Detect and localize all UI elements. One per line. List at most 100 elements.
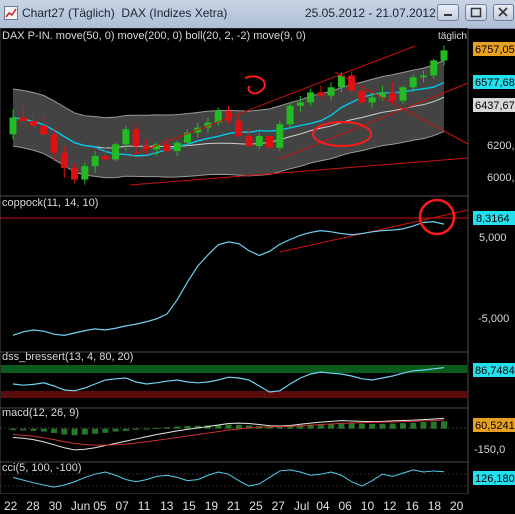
candle-body <box>40 125 48 135</box>
macd-histogram-bar <box>153 427 160 429</box>
x-axis-label: 04 <box>316 499 330 513</box>
y-tick-6200: 6200,0 <box>487 140 515 152</box>
x-axis-label: 22 <box>4 499 18 513</box>
candle-body <box>255 135 263 147</box>
macd-histogram-bar <box>163 427 170 429</box>
dss-value-label-text: 86,7484 <box>475 365 515 377</box>
candle-body <box>358 90 366 103</box>
candle-body <box>307 92 315 103</box>
minimize-icon <box>444 14 452 16</box>
macd-histogram-bar <box>61 428 68 435</box>
x-axis-label: 15 <box>182 499 196 513</box>
candle-body <box>245 135 253 147</box>
macd-tick-minus-150: -150,0 <box>474 444 505 456</box>
cci-value-label-text: 126,180 <box>475 473 515 485</box>
candle-body <box>368 97 376 103</box>
x-axis-label: 05 <box>93 499 107 513</box>
candle-body <box>101 156 109 160</box>
candle-body <box>71 167 79 180</box>
macd-histogram-bar <box>184 426 191 429</box>
dss-overbought-zone <box>1 365 467 373</box>
price-label-mid-band-text: 6437,67 <box>475 100 515 112</box>
price-label-last: 6757,05 <box>473 42 515 56</box>
candle-body <box>225 110 232 121</box>
chart-app-icon <box>4 6 18 20</box>
macd-histogram-bar <box>51 428 58 434</box>
candle-body <box>266 135 274 148</box>
coppock-value-label: 8,3164 <box>473 211 515 225</box>
cci-panel-title: cci(5, 100, -100) <box>2 462 81 474</box>
x-axis-label: Jun <box>71 499 90 513</box>
coppock-panel[interactable] <box>0 195 469 353</box>
price-label-mid-band: 6437,67 <box>473 98 515 112</box>
candle-body <box>19 117 27 121</box>
candle-body <box>286 105 294 125</box>
macd-histogram-bar <box>348 423 355 429</box>
macd-histogram-bar <box>235 424 242 429</box>
candle-body <box>81 166 89 180</box>
candle-body <box>276 124 284 148</box>
close-icon <box>498 7 508 17</box>
candle-body <box>419 75 427 78</box>
candle-body <box>132 129 140 147</box>
candle-body <box>440 50 448 61</box>
candle-body <box>50 134 58 153</box>
x-axis-label: 13 <box>160 499 174 513</box>
price-panel-title: DAX P-IN. move(50, 0) move(200, 0) boll(… <box>2 30 306 42</box>
macd-histogram-bar <box>81 428 88 435</box>
candle-body <box>163 144 171 152</box>
candle-body <box>235 120 243 136</box>
macd-histogram-bar <box>122 428 129 431</box>
y-tick-6000: 6000,0 <box>487 172 515 184</box>
candle-body <box>327 87 335 96</box>
macd-histogram-bar <box>430 421 437 429</box>
macd-histogram-bar <box>143 428 150 430</box>
candle-body <box>122 129 130 145</box>
x-axis-label: 30 <box>49 499 63 513</box>
candle-body <box>9 117 17 135</box>
timeframe-label: täglich <box>438 31 467 42</box>
coppock-panel-title: coppock(11, 14, 10) <box>2 197 98 209</box>
x-axis-label: Jul <box>294 499 309 513</box>
macd-histogram-bar <box>133 428 140 430</box>
macd-histogram-bar <box>71 428 78 436</box>
macd-histogram-bar <box>30 428 37 431</box>
macd-histogram-bar <box>92 428 99 434</box>
dss-oversold-zone <box>1 391 467 398</box>
x-axis-labels: 22 28 30 Jun 05 07 11 13 15 19 21 25 27 Jul 04 06 10 12 16… <box>4 499 464 513</box>
dss-panel-title: dss_bressert(13, 4, 80, 20) <box>2 351 133 363</box>
macd-histogram-bar <box>225 424 232 429</box>
macd-histogram-bar <box>399 423 406 429</box>
close-button[interactable] <box>493 4 514 21</box>
macd-value-label-text: 60,5241 <box>475 420 515 432</box>
x-axis-label: 18 <box>428 499 442 513</box>
minimize-button[interactable] <box>437 4 459 21</box>
candle-body <box>173 142 181 152</box>
x-axis-label: 19 <box>205 499 219 513</box>
macd-histogram-bar <box>369 423 376 429</box>
macd-histogram-bar <box>20 428 27 431</box>
macd-histogram-bar <box>358 423 365 429</box>
cci-value-label: 126,180 <box>473 471 515 485</box>
x-axis-label: 21 <box>227 499 241 513</box>
candle-body <box>430 60 438 76</box>
macd-histogram-bar <box>10 428 16 431</box>
candle-body <box>296 102 304 106</box>
candle-body <box>399 87 407 101</box>
candle-body <box>389 92 397 101</box>
candle-body <box>30 120 38 126</box>
x-axis-label: 06 <box>339 499 353 513</box>
candle-body <box>112 144 120 160</box>
candle-body <box>91 156 99 167</box>
date-range: 25.05.2012 - 21.07.2012 <box>305 6 436 20</box>
macd-value-label: 60,5241 <box>473 418 515 432</box>
title-bar[interactable]: Chart27 (Täglich) DAX (Indizes Xetra) 25… <box>0 0 515 29</box>
macd-histogram-bar <box>40 428 47 432</box>
macd-histogram-bar <box>410 422 417 429</box>
chart-area[interactable]: DAX P-IN. move(50, 0) move(200, 0) boll(… <box>0 28 515 514</box>
price-label-last-text: 6757,05 <box>475 44 515 56</box>
x-axis-label: 25 <box>249 499 263 513</box>
x-axis-label: 20 <box>450 499 464 513</box>
chart-window: Chart27 (Täglich) DAX (Indizes Xetra) 25… <box>0 0 515 514</box>
maximize-button[interactable] <box>465 4 487 21</box>
